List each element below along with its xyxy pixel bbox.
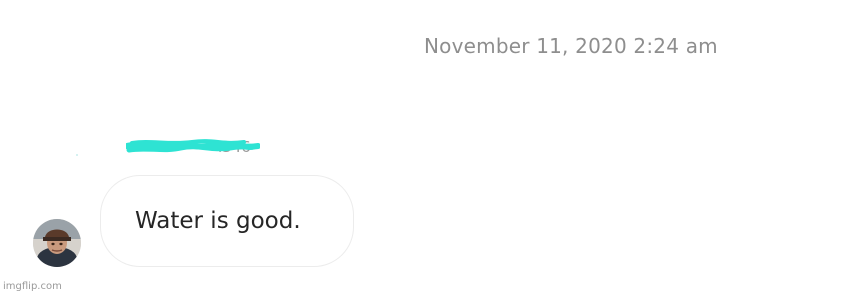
message-timestamp: November 11, 2020 2:24 am <box>424 34 718 58</box>
message-bubble[interactable]: Water is good. <box>100 175 354 267</box>
user-avatar-photo-icon <box>33 219 81 267</box>
watermark: imgflip.com <box>3 281 62 292</box>
decorative-dot <box>76 154 78 156</box>
sender-username[interactable]: i346 <box>126 137 260 157</box>
chat-thread: November 11, 2020 2:24 am i346 Water is … <box>0 0 849 294</box>
sender-avatar[interactable] <box>33 219 81 267</box>
message-text: Water is good. <box>135 208 301 234</box>
redaction-scribble <box>126 139 260 153</box>
